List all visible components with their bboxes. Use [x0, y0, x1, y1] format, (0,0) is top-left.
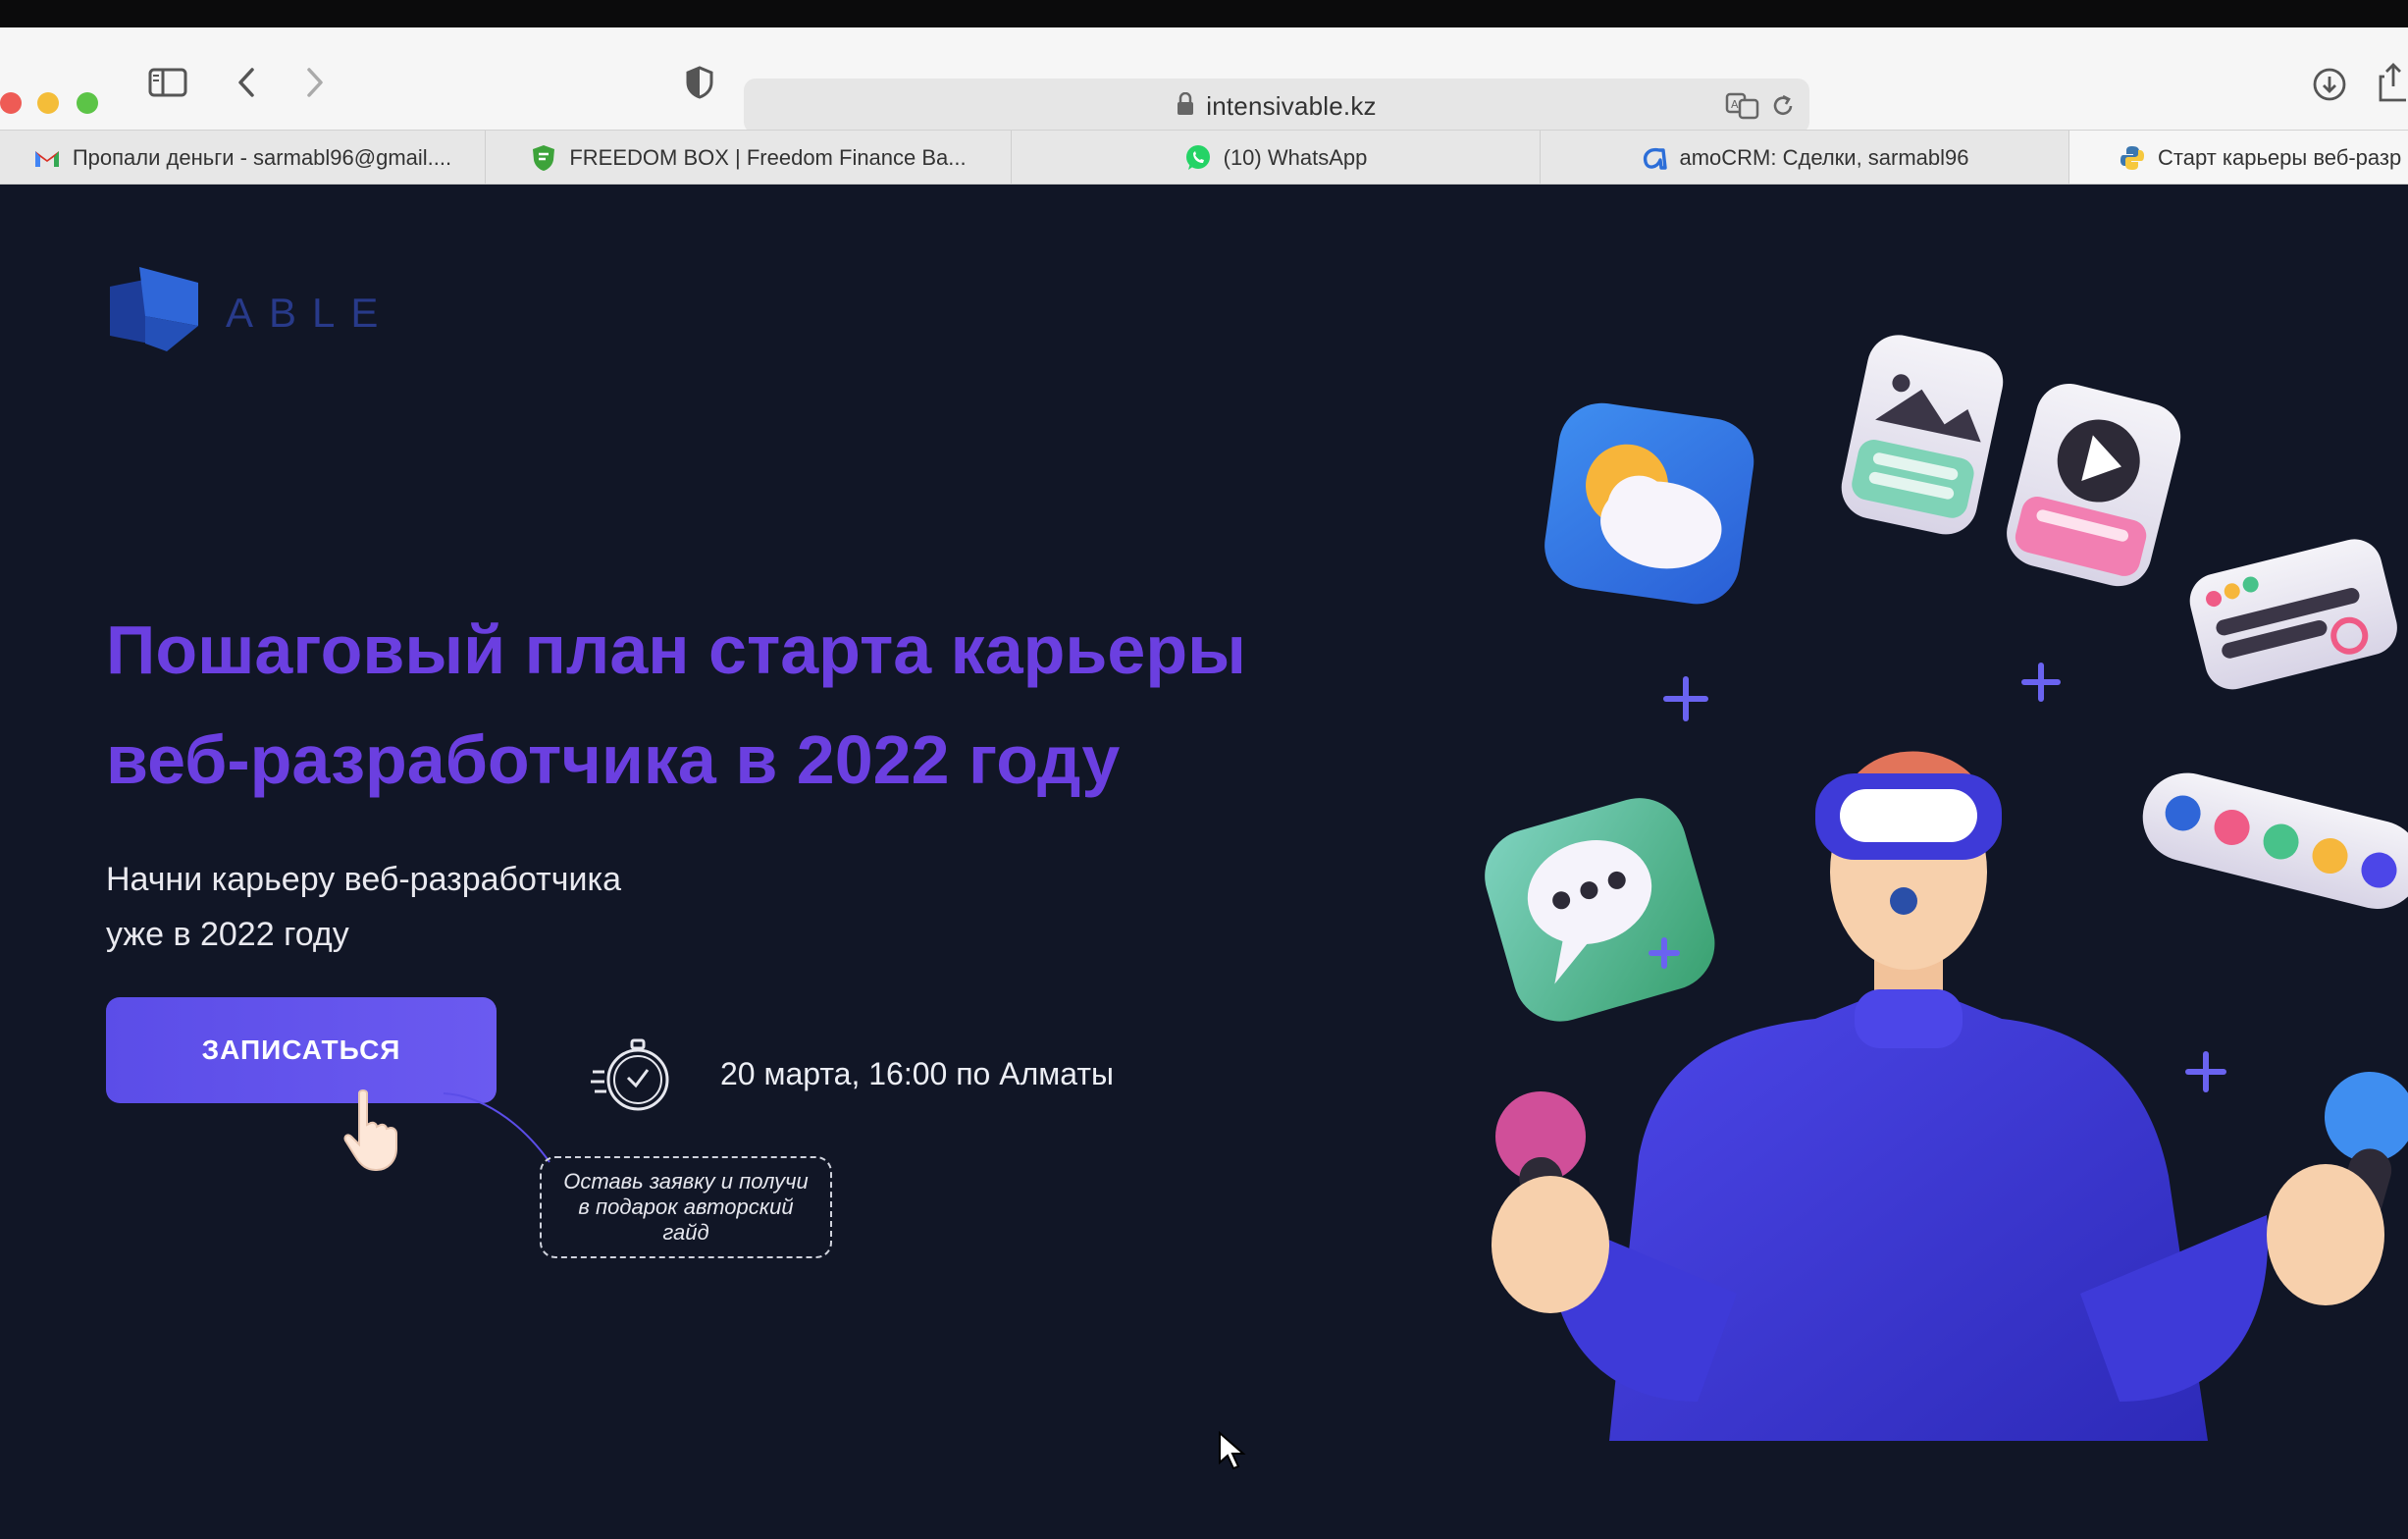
- vr-developer-illustration: [1485, 335, 2408, 1441]
- python-icon: [2119, 144, 2146, 172]
- headline-line-2: веб-разработчика в 2022 году: [106, 721, 1121, 798]
- tab-label: FREEDOM BOX | Freedom Finance Ba...: [569, 145, 967, 170]
- tab-label: Старт карьеры веб-разр: [2158, 145, 2402, 170]
- page-headline: Пошаговый план старта карьеры веб-разраб…: [106, 595, 1382, 815]
- sidebar-icon[interactable]: [147, 61, 188, 104]
- signup-button[interactable]: ЗАПИСАТЬСЯ: [106, 997, 497, 1103]
- minimize-window-button[interactable]: [37, 92, 59, 114]
- screen-top-bar: [0, 0, 2408, 27]
- pointing-hand-icon: [338, 1088, 416, 1181]
- privacy-shield-icon[interactable]: [681, 61, 718, 104]
- tab-label: (10) WhatsApp: [1223, 145, 1368, 170]
- tab-freedom[interactable]: FREEDOM BOX | Freedom Finance Ba...: [486, 131, 1012, 184]
- tab-amocrm[interactable]: amoCRM: Сделки, sarmabl96: [1541, 131, 2069, 184]
- back-icon[interactable]: [232, 61, 261, 104]
- able-logo[interactable]: ABLE: [106, 263, 393, 362]
- tab-whatsapp[interactable]: (10) WhatsApp: [1012, 131, 1541, 184]
- lock-icon: [1177, 91, 1194, 121]
- downloads-icon[interactable]: [2310, 65, 2349, 104]
- able-logo-mark-icon: [106, 263, 204, 362]
- subheadline-line-2: уже в 2022 году: [106, 916, 349, 953]
- reload-icon[interactable]: [1770, 93, 1796, 124]
- mouse-cursor-icon: [1217, 1430, 1246, 1475]
- url-text: intensivable.kz: [1206, 90, 1377, 121]
- amocrm-icon: [1640, 144, 1668, 172]
- share-icon[interactable]: [2375, 59, 2408, 106]
- subheadline-line-1: Начни карьеру веб-разработчика: [106, 861, 621, 898]
- landing-page: ABLE Пошаговый план старта карьеры веб-р…: [0, 185, 2408, 1539]
- close-window-button[interactable]: [0, 92, 22, 114]
- logo-text: ABLE: [226, 289, 394, 336]
- address-bar[interactable]: intensivable.kz A: [744, 79, 1809, 133]
- translate-icon[interactable]: A: [1725, 92, 1760, 125]
- event-date: 20 марта, 16:00 по Алматы: [720, 1056, 1114, 1091]
- freedom-shield-icon: [530, 144, 557, 172]
- stopwatch-icon: [589, 1033, 673, 1122]
- browser-toolbar: intensivable.kz A: [0, 27, 2408, 133]
- tab-gmail[interactable]: Пропали деньги - sarmabl96@gmail....: [0, 131, 486, 184]
- zoom-window-button[interactable]: [77, 92, 98, 114]
- tab-bar: Пропали деньги - sarmabl96@gmail.... FRE…: [0, 130, 2408, 185]
- gift-note: Оставь заявку и получи в подарок авторск…: [540, 1156, 832, 1258]
- gmail-icon: [33, 144, 61, 172]
- tab-label: amoCRM: Сделки, sarmabl96: [1679, 145, 1969, 170]
- whatsapp-icon: [1184, 144, 1212, 172]
- svg-text:A: A: [1731, 98, 1739, 111]
- subheadline: Начни карьеру веб-разработчика уже в 202…: [106, 852, 621, 962]
- forward-icon[interactable]: [300, 61, 330, 104]
- headline-line-1: Пошаговый план старта карьеры: [106, 611, 1246, 688]
- tab-label: Пропали деньги - sarmabl96@gmail....: [72, 145, 452, 170]
- connector-line: [443, 1092, 550, 1163]
- tab-active-landing[interactable]: Старт карьеры веб-разр: [2069, 131, 2408, 184]
